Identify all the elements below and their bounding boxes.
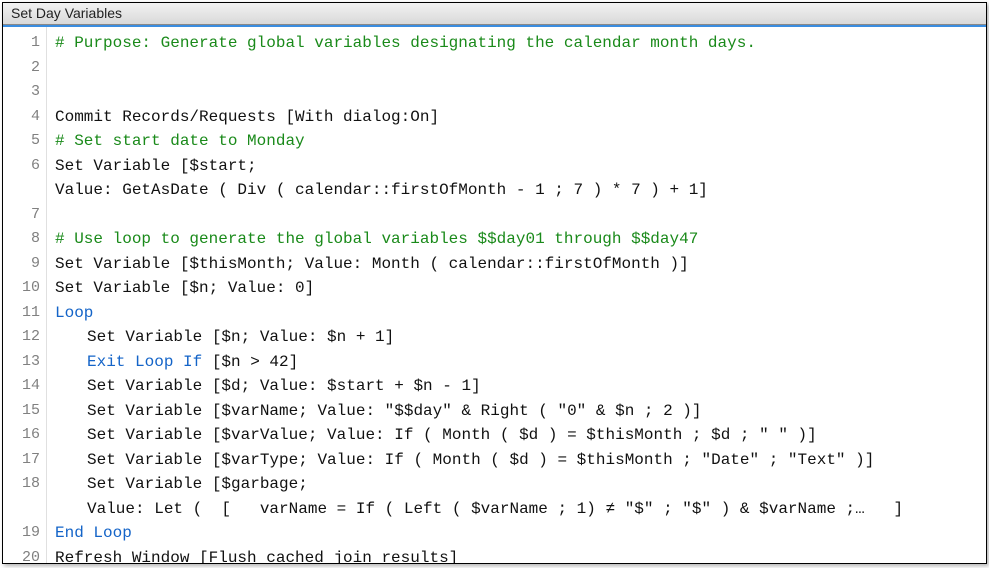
code-line[interactable]: Value: Let ( [ varName = If ( Left ( $va… [55, 497, 978, 522]
code-line[interactable]: Set Variable [$n; Value: $n + 1] [55, 325, 978, 350]
code-line[interactable]: Value: GetAsDate ( Div ( calendar::first… [55, 178, 978, 203]
line-number: 20 [3, 546, 40, 564]
line-number: 15 [3, 399, 40, 424]
code-line[interactable]: Refresh Window [Flush cached join result… [55, 546, 978, 564]
line-number: 13 [3, 350, 40, 375]
line-number [3, 178, 40, 203]
code-line[interactable]: Set Variable [$thisMonth; Value: Month (… [55, 252, 978, 277]
line-number: 2 [3, 56, 40, 81]
line-number: 17 [3, 448, 40, 473]
line-number: 12 [3, 325, 40, 350]
code-line[interactable]: Set Variable [$garbage; [55, 472, 978, 497]
line-number: 4 [3, 105, 40, 130]
line-number: 1 [3, 31, 40, 56]
code-area[interactable]: # Purpose: Generate global variables des… [47, 27, 986, 563]
line-number: 18 [3, 472, 40, 497]
code-line[interactable]: # Set start date to Monday [55, 129, 978, 154]
line-number: 16 [3, 423, 40, 448]
script-editor-window: Set Day Variables 1234567891011121314151… [2, 2, 987, 564]
code-line[interactable]: Set Variable [$start; [55, 154, 978, 179]
line-number-gutter: 1234567891011121314151617181920 [3, 27, 47, 563]
code-line[interactable]: # Purpose: Generate global variables des… [55, 31, 978, 56]
line-number: 19 [3, 521, 40, 546]
code-line[interactable]: Set Variable [$varValue; Value: If ( Mon… [55, 423, 978, 448]
line-number: 3 [3, 80, 40, 105]
window-title: Set Day Variables [3, 3, 986, 25]
code-line[interactable] [55, 80, 978, 105]
code-line[interactable]: Set Variable [$n; Value: 0] [55, 276, 978, 301]
editor-pane: 1234567891011121314151617181920 # Purpos… [3, 27, 986, 563]
code-line[interactable]: # Use loop to generate the global variab… [55, 227, 978, 252]
code-line[interactable]: Set Variable [$varName; Value: "$$day" &… [55, 399, 978, 424]
line-number: 14 [3, 374, 40, 399]
line-number: 11 [3, 301, 40, 326]
code-line[interactable]: Commit Records/Requests [With dialog:On] [55, 105, 978, 130]
code-line[interactable]: Loop [55, 301, 978, 326]
line-number: 9 [3, 252, 40, 277]
code-line[interactable]: Set Variable [$varType; Value: If ( Mont… [55, 448, 978, 473]
code-line[interactable]: Set Variable [$d; Value: $start + $n - 1… [55, 374, 978, 399]
line-number: 10 [3, 276, 40, 301]
line-number: 6 [3, 154, 40, 179]
code-line[interactable] [55, 203, 978, 228]
line-number: 5 [3, 129, 40, 154]
code-line[interactable] [55, 56, 978, 81]
code-line[interactable]: End Loop [55, 521, 978, 546]
line-number [3, 497, 40, 522]
line-number: 7 [3, 203, 40, 228]
code-line[interactable]: Exit Loop If [$n > 42] [55, 350, 978, 375]
line-number: 8 [3, 227, 40, 252]
